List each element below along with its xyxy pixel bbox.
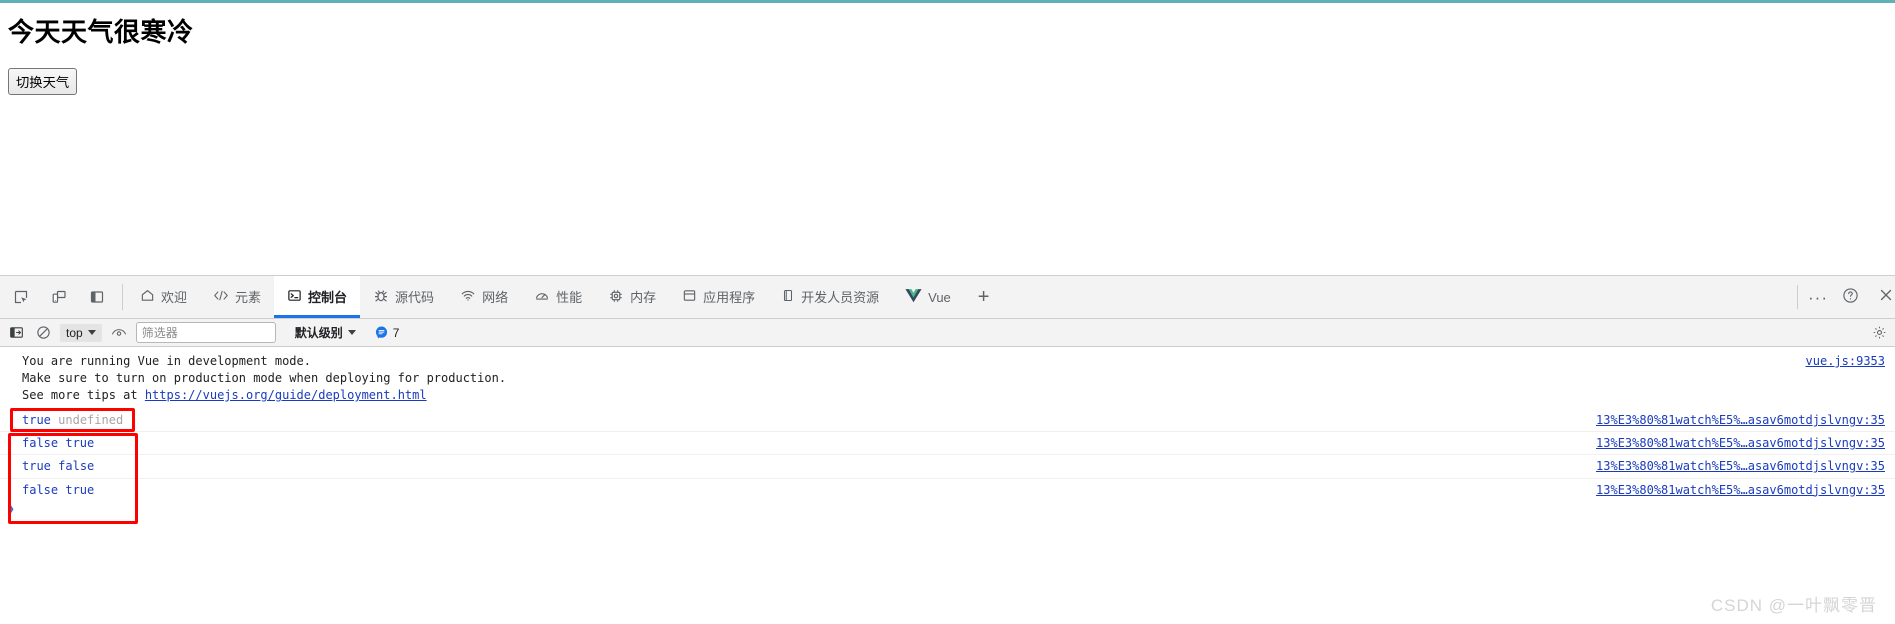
devtools-tab-list: 欢迎 元素 控制台 源代码 网络 性能 内存 应用程序 开发人员资源 Vue + — [127, 276, 1797, 318]
close-icon[interactable] — [1879, 288, 1893, 306]
web-page-viewport: 今天天气很寒冷 切换天气 — [0, 17, 1895, 289]
console-source-link[interactable]: vue.js:9353 — [1806, 353, 1885, 370]
console-toolbar-right — [1869, 319, 1889, 346]
execution-context-selector[interactable]: top — [60, 323, 102, 342]
devtools-left-tools — [0, 276, 116, 318]
console-message-log: false true 13%E3%80%81watch%E5%…asav6mot… — [0, 479, 1895, 501]
code-brackets-icon — [213, 288, 229, 306]
console-filter-input[interactable] — [135, 322, 276, 343]
vue-deployment-guide-link[interactable]: https://vuejs.org/guide/deployment.html — [145, 388, 427, 402]
tab-label: 元素 — [235, 289, 262, 305]
wifi-icon — [460, 288, 476, 306]
tab-label: 应用程序 — [703, 289, 756, 305]
tab-elements[interactable]: 元素 — [200, 276, 274, 318]
tab-developer-resources[interactable]: 开发人员资源 — [768, 276, 892, 318]
console-source-link[interactable]: 13%E3%80%81watch%E5%…asav6motdjslvngv:35 — [1596, 482, 1885, 498]
console-prompt-row[interactable]: ❯ — [0, 501, 1895, 521]
log-token-value: true — [22, 459, 51, 474]
home-icon — [140, 288, 155, 306]
console-log-level-selector[interactable]: 默认级别 — [295, 324, 356, 341]
console-message-log: false true 13%E3%80%81watch%E5%…asav6mot… — [0, 432, 1895, 456]
tab-label: 性能 — [556, 289, 583, 305]
tab-sources[interactable]: 源代码 — [360, 276, 447, 318]
dock-side-icon[interactable] — [84, 284, 110, 310]
tab-label: Vue — [928, 289, 951, 305]
vue-logo-icon — [905, 288, 922, 306]
devtools-tabstrip-actions: ··· — [1797, 285, 1895, 309]
console-message-list[interactable]: You are running Vue in development mode.… — [0, 347, 1895, 624]
tab-network[interactable]: 网络 — [447, 276, 521, 318]
tab-welcome[interactable]: 欢迎 — [127, 276, 200, 318]
log-token-value: false — [22, 436, 59, 451]
log-token-value: undefined — [58, 413, 124, 428]
log-token-value: true — [65, 482, 95, 497]
tab-label: 开发人员资源 — [801, 289, 880, 305]
log-token-value: true — [22, 413, 51, 428]
tabstrip-divider — [122, 284, 123, 310]
vue-warning-line-1: You are running Vue in development mode. — [22, 354, 311, 368]
info-count-label: 7 — [392, 325, 400, 340]
top-accent-rule — [0, 0, 1895, 3]
console-message-log: true false 13%E3%80%81watch%E5%…asav6mot… — [0, 455, 1895, 479]
help-icon[interactable] — [1842, 287, 1859, 307]
toggle-weather-button[interactable]: 切换天气 — [8, 68, 78, 96]
console-message-vue-warning: You are running Vue in development mode.… — [0, 347, 1895, 409]
tab-console[interactable]: 控制台 — [274, 276, 361, 318]
tab-label: 内存 — [630, 289, 657, 305]
info-bubble-icon — [375, 326, 387, 339]
devtools-panel: 欢迎 元素 控制台 源代码 网络 性能 内存 应用程序 开发人员资源 Vue +… — [0, 275, 1895, 624]
tab-label: 欢迎 — [161, 289, 188, 305]
chevron-down-icon — [347, 330, 356, 335]
device-toolbar-icon[interactable] — [46, 284, 72, 310]
more-options-button[interactable]: ··· — [1808, 289, 1828, 306]
bug-icon — [373, 288, 389, 307]
tab-performance[interactable]: 性能 — [521, 276, 595, 318]
tab-memory[interactable]: 内存 — [595, 276, 669, 318]
vue-warning-line-3: See more tips at — [22, 388, 145, 403]
eye-icon[interactable] — [109, 323, 129, 343]
console-sidebar-icon[interactable] — [6, 323, 26, 343]
add-tab-button[interactable]: + — [964, 276, 1004, 318]
gauge-icon — [534, 288, 550, 306]
tab-application[interactable]: 应用程序 — [669, 276, 768, 318]
prompt-caret-icon: ❯ — [7, 501, 15, 517]
gear-icon[interactable] — [1869, 323, 1889, 343]
console-filter-toolbar: top 默认级别 7 — [0, 319, 1895, 347]
tab-label: 源代码 — [395, 289, 435, 305]
clear-console-icon[interactable] — [33, 323, 53, 343]
execution-context-value: top — [66, 325, 83, 340]
console-source-link[interactable]: 13%E3%80%81watch%E5%…asav6motdjslvngv:35 — [1596, 458, 1885, 474]
tab-label: 控制台 — [308, 289, 348, 305]
tab-vue[interactable]: Vue — [892, 276, 964, 318]
console-source-link[interactable]: 13%E3%80%81watch%E5%…asav6motdjslvngv:35 — [1596, 435, 1885, 451]
chip-icon — [608, 288, 624, 307]
log-token-value: true — [65, 436, 95, 451]
devtools-tabstrip: 欢迎 元素 控制台 源代码 网络 性能 内存 应用程序 开发人员资源 Vue +… — [0, 276, 1895, 319]
book-icon — [781, 288, 795, 306]
inspect-element-icon[interactable] — [8, 284, 34, 310]
csdn-watermark: CSDN @一叶飘零晋 — [1710, 596, 1877, 615]
tab-label: 网络 — [482, 289, 509, 305]
console-message-log: true undefined 13%E3%80%81watch%E5%…asav… — [0, 409, 1895, 433]
log-token-value: false — [22, 482, 59, 497]
info-message-count-badge[interactable]: 7 — [375, 325, 400, 340]
application-icon — [682, 288, 697, 306]
log-level-value: 默认级别 — [294, 326, 343, 340]
console-source-link[interactable]: 13%E3%80%81watch%E5%…asav6motdjslvngv:35 — [1596, 412, 1885, 428]
console-terminal-icon — [287, 288, 302, 306]
vue-warning-line-2: Make sure to turn on production mode whe… — [22, 371, 507, 386]
page-title: 今天天气很寒冷 — [8, 17, 194, 47]
log-token-value: false — [58, 459, 95, 474]
chevron-down-icon — [87, 330, 96, 335]
